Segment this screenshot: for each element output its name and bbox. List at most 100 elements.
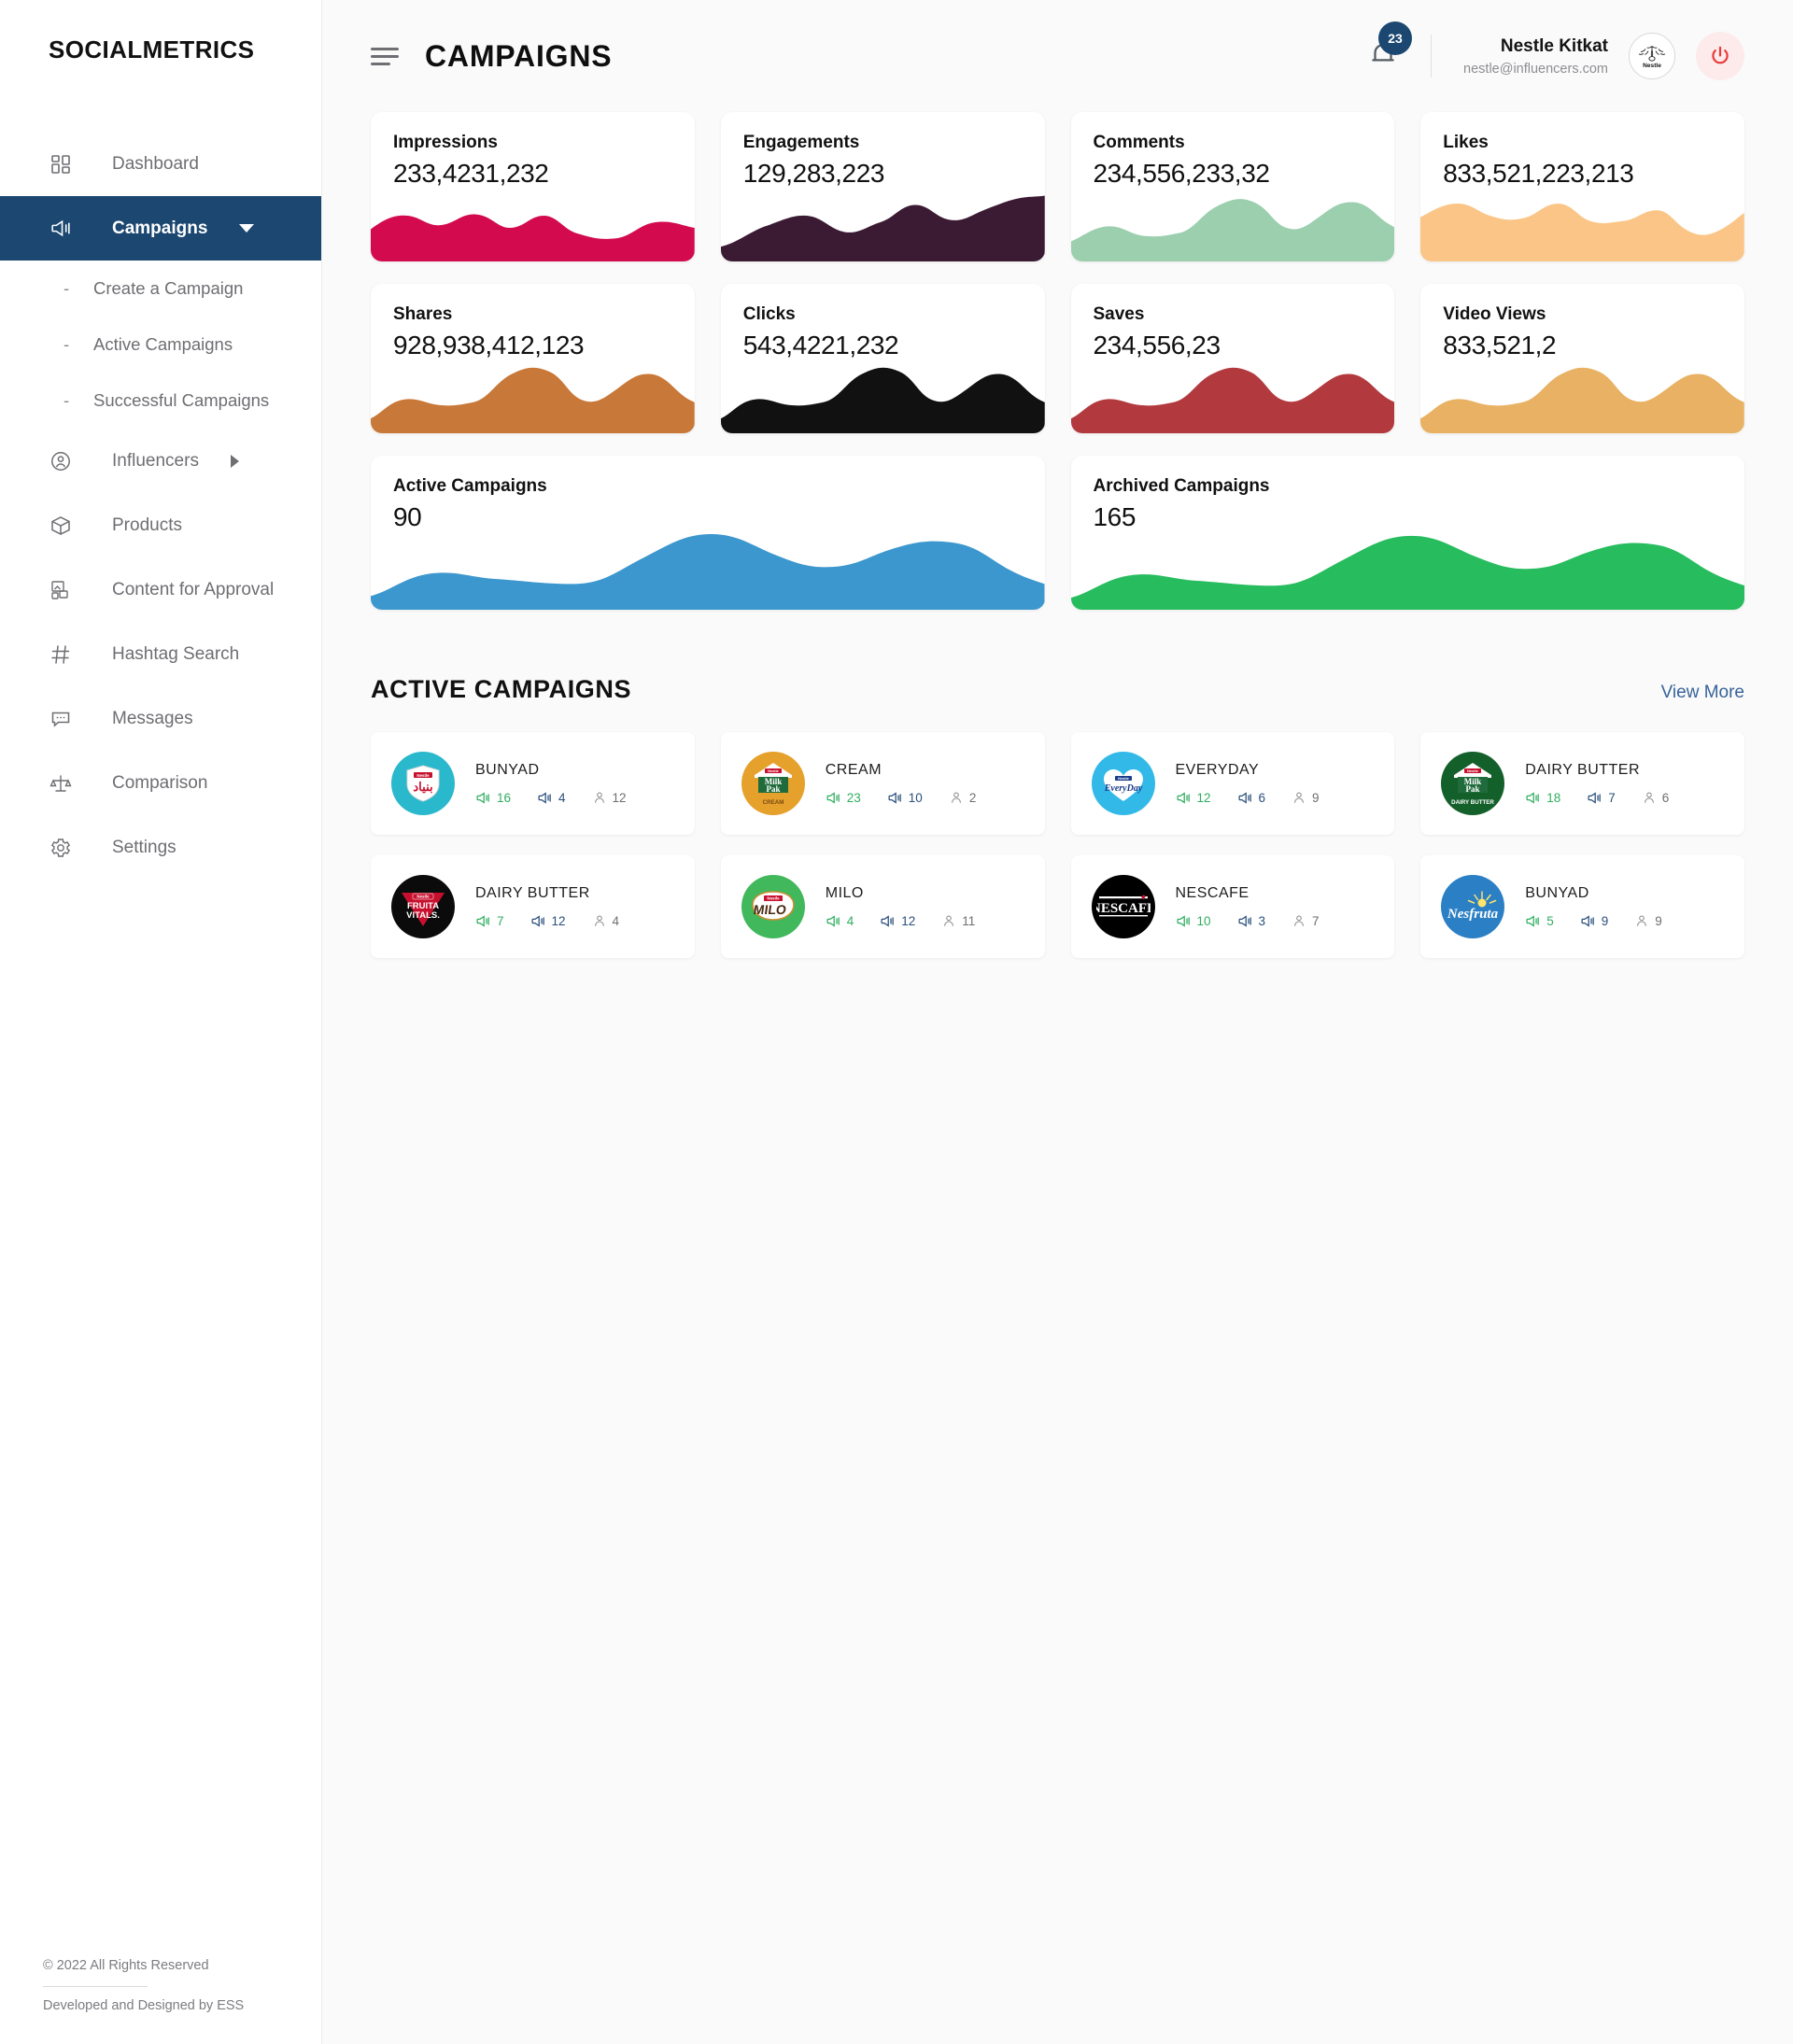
sidebar-item-influencers[interactable]: Influencers: [0, 429, 321, 493]
stat-card[interactable]: Shares 928,938,412,123: [371, 284, 695, 433]
sidebar-item-label: Campaigns: [112, 218, 208, 238]
campaign-stats: 7 12 4: [475, 913, 674, 929]
published-posts-count: 5: [1546, 913, 1554, 928]
bullet-dash: -: [64, 278, 70, 298]
sidebar-item-products[interactable]: Products: [0, 493, 321, 557]
pending-posts-stat: 6: [1237, 790, 1265, 806]
influencers-stat: 9: [1292, 790, 1320, 805]
sidebar-item-dashboard[interactable]: Dashboard: [0, 132, 321, 196]
nescafe-logo: NESCAFÉ: [1096, 895, 1151, 917]
stat-label: Clicks: [742, 304, 796, 324]
influencers-count: 2: [968, 790, 977, 805]
campaign-stats: 16 4 12: [475, 790, 674, 806]
campaign-card[interactable]: Nestle MILO MILO 4 12 11: [720, 855, 1045, 958]
campaign-name: BUNYAD: [1525, 884, 1589, 901]
campaign-body: NESCAFE 10 3 7: [1176, 885, 1375, 929]
user-icon: [1637, 915, 1647, 926]
avatar[interactable]: Nestle: [1629, 33, 1675, 79]
user-email: nestle@influencers.com: [1463, 61, 1608, 77]
hamburger-menu-icon[interactable]: [371, 43, 399, 70]
stat-value: 543,4221,232: [742, 331, 899, 359]
campaign-name: NESCAFE: [1175, 884, 1249, 901]
stat-label: Video Views: [1443, 304, 1546, 324]
sidebar-item-comparison[interactable]: Comparison: [0, 751, 321, 815]
stat-label: Comments: [1093, 133, 1185, 152]
sparkline-chart: [720, 195, 1045, 261]
footer-divider: [43, 1986, 148, 1988]
published-posts-stat: 18: [1525, 790, 1560, 806]
campaign-stats: 10 3 7: [1176, 913, 1375, 929]
campaign-card[interactable]: Nestle Milk Pak DAIRY BUTTER DAIRY BUTTER 18 7…: [1420, 732, 1744, 835]
stat-card[interactable]: Impressions 233,4231,232: [371, 112, 695, 261]
sidebar-item-label: Products: [112, 515, 182, 535]
stat-card[interactable]: Engagements 129,283,223: [720, 112, 1045, 261]
influencers-stat: 11: [941, 913, 975, 928]
published-posts-stat: 12: [1176, 790, 1211, 806]
influencers-stat: 9: [1634, 913, 1662, 928]
pending-posts-count: 3: [1258, 913, 1266, 928]
published-posts-count: 18: [1546, 790, 1561, 805]
user-icon: [1294, 915, 1304, 926]
stat-card[interactable]: Archived Campaigns 165: [1070, 456, 1744, 610]
stat-card[interactable]: Comments 234,556,233,32: [1070, 112, 1395, 261]
logout-button[interactable]: [1696, 32, 1744, 80]
published-posts-stat: 10: [1176, 913, 1211, 929]
chevron-right-icon[interactable]: [230, 454, 239, 468]
milkpak-logo: NestleMilkPakCREAM: [754, 763, 792, 806]
sidebar-footer: © 2022 All Rights Reserved Developed and…: [43, 1958, 244, 2014]
stat-card[interactable]: Clicks 543,4221,232: [720, 284, 1045, 433]
pending-posts-count: 4: [558, 790, 566, 805]
sidebar-item-label: Comparison: [112, 772, 208, 793]
influencers-stat: 4: [592, 913, 619, 928]
view-more-link[interactable]: View More: [1661, 683, 1744, 703]
pending-posts-stat: 12: [880, 913, 915, 929]
campaign-name: DAIRY BUTTER: [1525, 761, 1641, 778]
user-icon: [951, 792, 961, 803]
pending-posts-count: 12: [551, 913, 566, 928]
sidebar-item-messages[interactable]: Messages: [0, 686, 321, 751]
sidebar-item-settings[interactable]: Settings: [0, 815, 321, 880]
notifications-button[interactable]: 23: [1367, 21, 1413, 75]
published-posts-count: 16: [497, 790, 512, 805]
stat-card[interactable]: Saves 234,556,23: [1070, 284, 1395, 433]
campaign-card[interactable]: Nestle FRUITA VITALS. DAIRY BUTTER 7 12 4: [371, 855, 695, 958]
published-posts-stat: 4: [826, 913, 854, 929]
campaign-stats: 18 7 6: [1525, 790, 1724, 806]
sparkline-chart: [720, 367, 1045, 433]
user-info[interactable]: Nestle Kitkat nestle@influencers.com: [1463, 36, 1608, 77]
campaign-card[interactable]: Nesfruta BUNYAD 5 9 9: [1420, 855, 1744, 958]
chevron-down-icon[interactable]: [239, 224, 255, 233]
sidebar-item-hashtag-search[interactable]: Hashtag Search: [0, 622, 321, 686]
gear-icon: [49, 836, 73, 860]
pending-posts-count: 12: [901, 913, 916, 928]
influencers-stat: 7: [1292, 913, 1320, 928]
sparkline-chart: [371, 214, 695, 261]
svg-text:Nesfruta: Nesfruta: [1447, 907, 1499, 922]
campaign-card[interactable]: Nestle بنیاد BUNYAD 16 4 12: [371, 732, 695, 835]
stat-label: Active Campaigns: [393, 476, 547, 496]
campaign-card[interactable]: Nestle EveryDay EVERYDAY 12 6 9: [1070, 732, 1395, 835]
stat-value: 234,556,23: [1093, 331, 1221, 359]
sparkline-chart: [1420, 367, 1744, 433]
campaign-name: MILO: [825, 884, 864, 901]
sidebar-subitem-successful-campaigns[interactable]: - Successful Campaigns: [0, 373, 321, 429]
page-title: CAMPAIGNS: [425, 38, 613, 73]
sidebar-subitem-create-a-campaign[interactable]: - Create a Campaign: [0, 261, 321, 317]
sidebar-subitem-active-campaigns[interactable]: - Active Campaigns: [0, 317, 321, 373]
campaign-card[interactable]: NESCAFÉ NESCAFE 10 3 7: [1070, 855, 1395, 958]
campaign-logo: Nestle EveryDay: [1091, 752, 1155, 815]
pending-posts-stat: 9: [1580, 913, 1608, 929]
sidebar-item-content-for-approval[interactable]: Content for Approval: [0, 557, 321, 622]
stat-value: 233,4231,232: [393, 159, 549, 188]
stat-value: 234,556,233,32: [1093, 159, 1270, 188]
sidebar-item-campaigns[interactable]: Campaigns: [0, 196, 321, 261]
published-posts-count: 23: [846, 790, 861, 805]
campaign-card[interactable]: Nestle Milk Pak CREAM CREAM 23 10 2: [720, 732, 1045, 835]
stat-card[interactable]: Video Views 833,521,2: [1420, 284, 1744, 433]
pending-posts-stat: 7: [1587, 790, 1616, 806]
published-posts-count: 4: [846, 913, 854, 928]
stat-card[interactable]: Likes 833,521,223,213: [1420, 112, 1744, 261]
stat-card[interactable]: Active Campaigns 90: [371, 456, 1045, 610]
box-icon: [49, 514, 73, 538]
campaign-body: BUNYAD 16 4 12: [475, 762, 674, 806]
